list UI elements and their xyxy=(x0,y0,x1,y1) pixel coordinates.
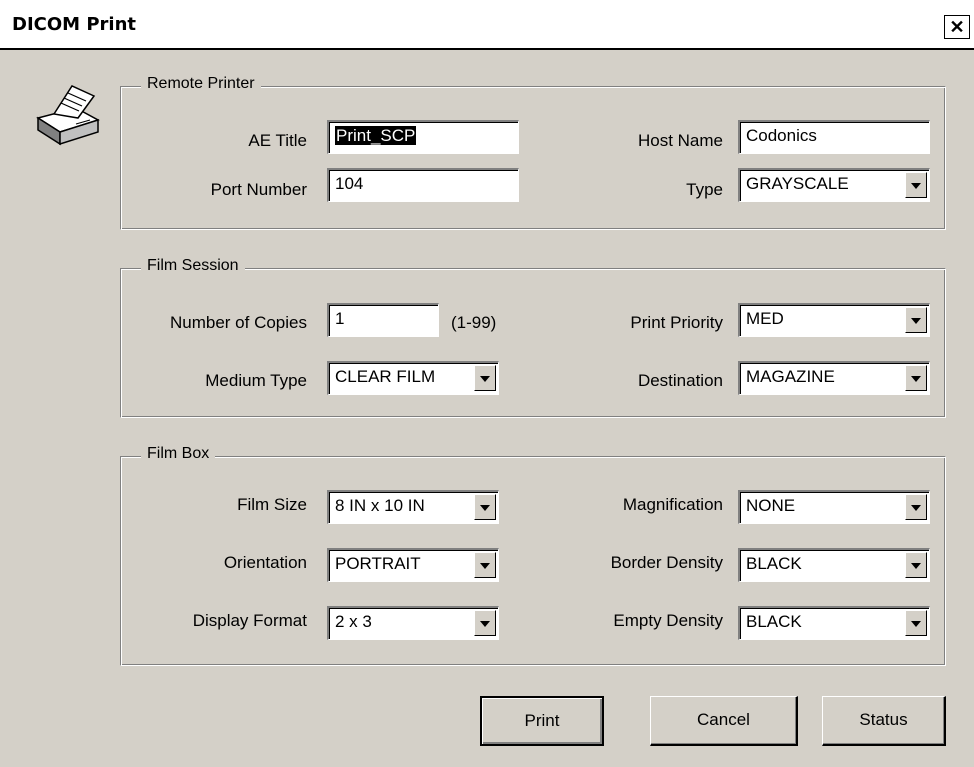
orientation-label: Orientation xyxy=(223,553,307,572)
remote-printer-legend: Remote Printer xyxy=(141,75,261,93)
chevron-down-icon[interactable] xyxy=(905,610,927,636)
print-priority-select[interactable]: MED xyxy=(738,303,930,337)
empty-density-label: Empty Density xyxy=(613,611,723,630)
status-button[interactable]: Status xyxy=(822,696,946,746)
copies-input[interactable]: 1 xyxy=(327,303,439,337)
destination-label: Destination xyxy=(637,371,723,390)
film-size-label: Film Size xyxy=(237,495,307,514)
chevron-down-icon[interactable] xyxy=(905,552,927,578)
print-button[interactable]: Print xyxy=(480,696,604,746)
chevron-down-icon[interactable] xyxy=(905,307,927,333)
display-format-select[interactable]: 2 x 3 xyxy=(327,606,499,640)
chevron-down-icon[interactable] xyxy=(905,494,927,520)
destination-select[interactable]: MAGAZINE xyxy=(738,361,930,395)
chevron-down-icon[interactable] xyxy=(474,494,496,520)
copies-hint: (1-99) xyxy=(451,313,497,332)
magnification-select[interactable]: NONE xyxy=(738,490,930,524)
destination-value: MAGAZINE xyxy=(746,367,835,386)
film-box-legend: Film Box xyxy=(141,445,216,463)
border-density-value: BLACK xyxy=(746,554,802,573)
orientation-value: PORTRAIT xyxy=(335,554,421,573)
close-button[interactable]: ✕ xyxy=(944,15,970,39)
medium-type-value: CLEAR FILM xyxy=(335,367,436,386)
chevron-down-icon[interactable] xyxy=(905,172,927,198)
film-box-group: Film Box Film Size 8 IN x 10 IN Magnific… xyxy=(120,445,946,666)
copies-label: Number of Copies xyxy=(169,313,307,332)
port-number-input[interactable]: 104 xyxy=(327,168,519,202)
type-label: Type xyxy=(686,180,723,199)
title-bar[interactable]: DICOM Print ✕ xyxy=(0,0,974,50)
chevron-down-icon[interactable] xyxy=(905,365,927,391)
ae-title-input[interactable]: Print_SCP xyxy=(327,120,519,154)
border-density-select[interactable]: BLACK xyxy=(738,548,930,582)
ae-title-value: Print_SCP xyxy=(335,126,417,145)
film-session-legend: Film Session xyxy=(141,257,245,275)
film-size-select[interactable]: 8 IN x 10 IN xyxy=(327,490,499,524)
magnification-label: Magnification xyxy=(622,495,723,514)
empty-density-value: BLACK xyxy=(746,612,802,631)
close-icon: ✕ xyxy=(949,17,965,37)
host-name-label: Host Name xyxy=(637,131,723,150)
film-session-group: Film Session Number of Copies 1 (1-99) P… xyxy=(120,257,946,418)
host-name-input[interactable]: Codonics xyxy=(738,120,930,154)
medium-type-select[interactable]: CLEAR FILM xyxy=(327,361,499,395)
printer-icon xyxy=(36,85,100,146)
type-value: GRAYSCALE xyxy=(746,174,849,193)
dicom-print-dialog: DICOM Print ✕ Remote Printer AE Title Pr… xyxy=(0,0,974,767)
window-title: DICOM Print xyxy=(12,14,136,35)
ae-title-label: AE Title xyxy=(248,131,307,150)
type-select[interactable]: GRAYSCALE xyxy=(738,168,930,202)
display-format-label: Display Format xyxy=(192,611,307,630)
display-format-value: 2 x 3 xyxy=(335,612,372,631)
print-priority-value: MED xyxy=(746,309,784,328)
chevron-down-icon[interactable] xyxy=(474,610,496,636)
border-density-label: Border Density xyxy=(610,553,723,572)
orientation-select[interactable]: PORTRAIT xyxy=(327,548,499,582)
chevron-down-icon[interactable] xyxy=(474,552,496,578)
cancel-button[interactable]: Cancel xyxy=(650,696,798,746)
empty-density-select[interactable]: BLACK xyxy=(738,606,930,640)
remote-printer-group: Remote Printer AE Title Print_SCP Host N… xyxy=(120,75,946,230)
medium-type-label: Medium Type xyxy=(205,371,307,390)
print-priority-label: Print Priority xyxy=(630,313,723,332)
film-size-value: 8 IN x 10 IN xyxy=(335,496,425,515)
port-number-label: Port Number xyxy=(210,180,307,199)
magnification-value: NONE xyxy=(746,496,796,515)
chevron-down-icon[interactable] xyxy=(474,365,496,391)
